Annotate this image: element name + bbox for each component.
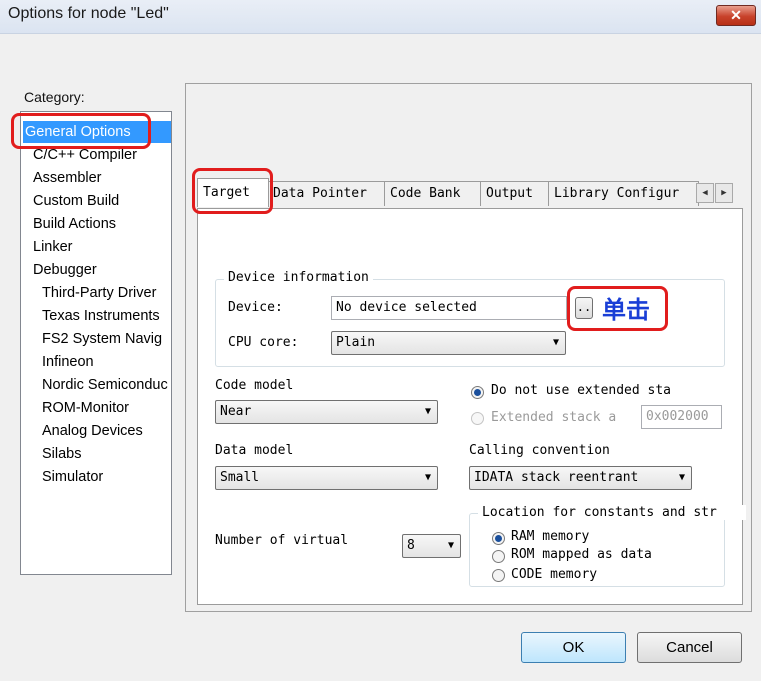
close-button[interactable]: ✕ bbox=[716, 5, 756, 26]
cancel-button[interactable]: Cancel bbox=[637, 632, 742, 663]
category-item-custom-build[interactable]: Custom Build bbox=[33, 190, 119, 212]
chevron-down-icon: ▼ bbox=[424, 472, 431, 483]
chevron-down-icon: ▼ bbox=[678, 472, 685, 483]
category-item-nordic[interactable]: Nordic Semiconduc bbox=[42, 374, 168, 396]
virtual-registers-select[interactable]: 8 ▼ bbox=[402, 534, 461, 558]
stack-option-no-extended-label: Do not use extended sta bbox=[491, 383, 672, 398]
constants-code-label: CODE memory bbox=[511, 567, 598, 582]
cpu-core-select[interactable]: Plain ▼ bbox=[331, 331, 566, 355]
target-tab-page: Device information Device: No device sel… bbox=[197, 208, 746, 605]
constants-rom-label: ROM mapped as data bbox=[511, 547, 652, 562]
code-model-label: Code model bbox=[215, 378, 294, 393]
device-label: Device: bbox=[228, 300, 283, 315]
category-label: Category: bbox=[24, 89, 85, 105]
virtual-registers-value: 8 bbox=[407, 538, 415, 553]
category-item-rom-monitor[interactable]: ROM-Monitor bbox=[42, 397, 129, 419]
stack-option-extended-label: Extended stack a bbox=[491, 410, 617, 425]
category-item-linker[interactable]: Linker bbox=[33, 236, 73, 258]
tab-scroll-left-icon[interactable]: ◀ bbox=[696, 183, 714, 203]
data-model-label: Data model bbox=[215, 443, 294, 458]
code-model-select[interactable]: Near ▼ bbox=[215, 400, 438, 424]
window-title: Options for node "Led" bbox=[8, 5, 169, 22]
chevron-down-icon: ▼ bbox=[552, 337, 559, 348]
category-list[interactable]: General Options C/C++ Compiler Assembler… bbox=[20, 111, 172, 575]
tab-output[interactable]: Output bbox=[480, 181, 550, 206]
chevron-down-icon: ▼ bbox=[447, 540, 454, 551]
calling-convention-label: Calling convention bbox=[469, 443, 610, 458]
highlight-browse-button bbox=[567, 286, 668, 331]
extended-stack-address-field[interactable]: 0x002000 bbox=[641, 405, 722, 429]
highlight-target-tab bbox=[192, 168, 273, 214]
category-item-texas-instruments[interactable]: Texas Instruments bbox=[42, 305, 160, 327]
stack-option-extended-radio[interactable] bbox=[471, 412, 484, 425]
ok-button[interactable]: OK bbox=[521, 632, 626, 663]
chevron-down-icon: ▼ bbox=[424, 406, 431, 417]
category-item-infineon[interactable]: Infineon bbox=[42, 351, 94, 373]
constants-location-title: Location for constants and str bbox=[478, 505, 746, 520]
category-item-assembler[interactable]: Assembler bbox=[33, 167, 102, 189]
code-model-value: Near bbox=[220, 404, 252, 419]
constants-rom-radio[interactable] bbox=[492, 550, 505, 563]
category-item-debugger[interactable]: Debugger bbox=[33, 259, 97, 281]
category-item-silabs[interactable]: Silabs bbox=[42, 443, 82, 465]
data-model-value: Small bbox=[220, 470, 260, 485]
calling-convention-select[interactable]: IDATA stack reentrant ▼ bbox=[469, 466, 692, 490]
virtual-registers-label: Number of virtual bbox=[215, 533, 349, 548]
constants-ram-radio[interactable] bbox=[492, 532, 505, 545]
cpu-core-label: CPU core: bbox=[228, 335, 299, 350]
category-item-simulator[interactable]: Simulator bbox=[42, 466, 103, 488]
constants-code-radio[interactable] bbox=[492, 569, 505, 582]
category-item-analog-devices[interactable]: Analog Devices bbox=[42, 420, 143, 442]
tab-data-pointer[interactable]: Data Pointer bbox=[267, 181, 386, 206]
tab-code-bank[interactable]: Code Bank bbox=[384, 181, 482, 206]
device-information-title: Device information bbox=[224, 270, 373, 285]
category-item-fs2-system[interactable]: FS2 System Navig bbox=[42, 328, 162, 350]
tab-library-configuration[interactable]: Library Configur bbox=[548, 181, 699, 206]
tab-scroll-right-icon[interactable]: ▶ bbox=[715, 183, 733, 203]
cpu-core-value: Plain bbox=[336, 335, 376, 350]
calling-convention-value: IDATA stack reentrant bbox=[474, 470, 639, 485]
category-item-third-party-driver[interactable]: Third-Party Driver bbox=[42, 282, 156, 304]
category-item-build-actions[interactable]: Build Actions bbox=[33, 213, 116, 235]
constants-ram-label: RAM memory bbox=[511, 529, 590, 544]
stack-option-no-extended-radio[interactable] bbox=[471, 386, 484, 399]
highlight-general-options bbox=[11, 113, 151, 149]
device-field[interactable]: No device selected bbox=[331, 296, 567, 320]
data-model-select[interactable]: Small ▼ bbox=[215, 466, 438, 490]
